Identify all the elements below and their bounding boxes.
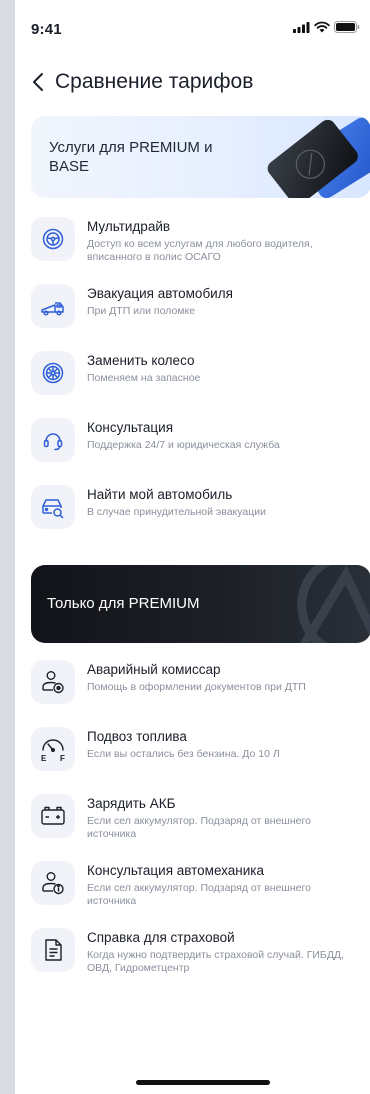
premium-services-list: Аварийный комиссар Помощь в оформлении д… bbox=[31, 660, 370, 995]
signal-icon bbox=[293, 21, 310, 33]
svg-text:E: E bbox=[41, 754, 47, 762]
status-time: 9:41 bbox=[31, 21, 62, 38]
service-icon-box bbox=[31, 351, 75, 395]
battery-icon bbox=[41, 806, 65, 825]
service-icon-box bbox=[31, 284, 75, 328]
service-icon-box bbox=[31, 418, 75, 462]
service-item-mechanic-consultation[interactable]: Консультация автомеханика Если сел аккум… bbox=[31, 861, 370, 928]
chevron-left-icon bbox=[33, 73, 43, 91]
banner-title: Услуги для PREMIUM и BASE bbox=[49, 139, 213, 175]
back-button[interactable] bbox=[21, 64, 55, 100]
premium-only-banner: Только для PREMIUM bbox=[31, 565, 370, 643]
service-icon-box bbox=[31, 928, 75, 972]
service-title: Аварийный комиссар bbox=[87, 662, 221, 677]
service-title: Справка для страховой bbox=[87, 930, 235, 945]
service-title: Мультидрайв bbox=[87, 219, 171, 234]
service-title: Эвакуация автомобиля bbox=[87, 286, 233, 301]
cards-illustration bbox=[267, 117, 370, 198]
service-subtitle: Если сел аккумулятор. Подзаряд от внешне… bbox=[87, 882, 311, 907]
service-icon-box bbox=[31, 660, 75, 704]
home-indicator[interactable] bbox=[136, 1080, 270, 1085]
service-subtitle: Когда нужно подтвердить страховой случай… bbox=[87, 949, 344, 974]
service-title: Консультация автомеханика bbox=[87, 863, 264, 878]
service-item-multidrive[interactable]: Мультидрайв Доступ ко всем услугам для л… bbox=[31, 217, 370, 284]
service-title: Подвоз топлива bbox=[87, 729, 187, 744]
service-icon-box bbox=[31, 794, 75, 838]
service-title: Заменить колесо bbox=[87, 353, 195, 368]
service-subtitle: Поддержка 24/7 и юридическая служба bbox=[87, 439, 280, 451]
wheel-icon bbox=[42, 362, 64, 384]
status-icons bbox=[293, 21, 360, 33]
battery-status-icon bbox=[334, 21, 360, 33]
svg-text:F: F bbox=[60, 754, 65, 762]
service-subtitle: Если вы остались без бензина. До 10 Л bbox=[87, 748, 280, 760]
service-item-evacuation[interactable]: Эвакуация автомобиля При ДТП или поломке bbox=[31, 284, 370, 351]
service-item-fuel-delivery[interactable]: E F Подвоз топлива Если вы остались без … bbox=[31, 727, 370, 794]
service-subtitle: Помощь в оформлении документов при ДТП bbox=[87, 681, 306, 693]
service-subtitle: В случае принудительной эвакуации bbox=[87, 506, 266, 518]
steering-wheel-icon bbox=[42, 228, 64, 250]
service-subtitle: Доступ ко всем услугам для любого водите… bbox=[87, 238, 313, 263]
page-title: Сравнение тарифов bbox=[55, 70, 254, 93]
service-icon-box bbox=[31, 217, 75, 261]
service-item-emergency-commissioner[interactable]: Аварийный комиссар Помощь в оформлении д… bbox=[31, 660, 370, 727]
service-item-charge-battery[interactable]: Зарядить АКБ Если сел аккумулятор. Подза… bbox=[31, 794, 370, 861]
service-subtitle: Поменяем на запасное bbox=[87, 372, 201, 384]
service-item-find-car[interactable]: Найти мой автомобиль В случае принудител… bbox=[31, 485, 370, 552]
service-subtitle: При ДТП или поломке bbox=[87, 305, 196, 317]
screen: 9:41 Сравнение тарифов Услуги для PREMIU… bbox=[15, 0, 370, 1094]
fuel-gauge-icon: E F bbox=[41, 739, 65, 762]
service-title: Консультация bbox=[87, 420, 174, 435]
service-subtitle: Если сел аккумулятор. Подзаряд от внешне… bbox=[87, 815, 311, 840]
commissioner-icon bbox=[42, 671, 64, 694]
service-item-change-wheel[interactable]: Заменить колесо Поменяем на запасное bbox=[31, 351, 370, 418]
tow-truck-icon bbox=[41, 302, 64, 316]
service-icon-box bbox=[31, 861, 75, 905]
base-services-list: Мультидрайв Доступ ко всем услугам для л… bbox=[31, 217, 370, 552]
service-icon-box bbox=[31, 485, 75, 529]
status-bar: 9:41 bbox=[15, 0, 370, 56]
service-item-consultation[interactable]: Консультация Поддержка 24/7 и юридическа… bbox=[31, 418, 370, 485]
service-title: Найти мой автомобиль bbox=[87, 487, 233, 502]
logo-watermark bbox=[297, 565, 370, 643]
service-item-insurance-certificate[interactable]: Справка для страховой Когда нужно подтве… bbox=[31, 928, 370, 995]
document-icon bbox=[45, 939, 62, 961]
premium-banner-title: Только для PREMIUM bbox=[47, 595, 200, 612]
premium-base-banner: Услуги для PREMIUM и BASE bbox=[31, 116, 370, 198]
mechanic-info-icon bbox=[42, 872, 64, 895]
headset-icon bbox=[43, 433, 63, 451]
service-icon-box: E F bbox=[31, 727, 75, 771]
service-title: Зарядить АКБ bbox=[87, 796, 176, 811]
wifi-icon bbox=[314, 21, 330, 33]
car-search-icon bbox=[42, 499, 64, 519]
nav-bar: Сравнение тарифов bbox=[15, 62, 370, 102]
